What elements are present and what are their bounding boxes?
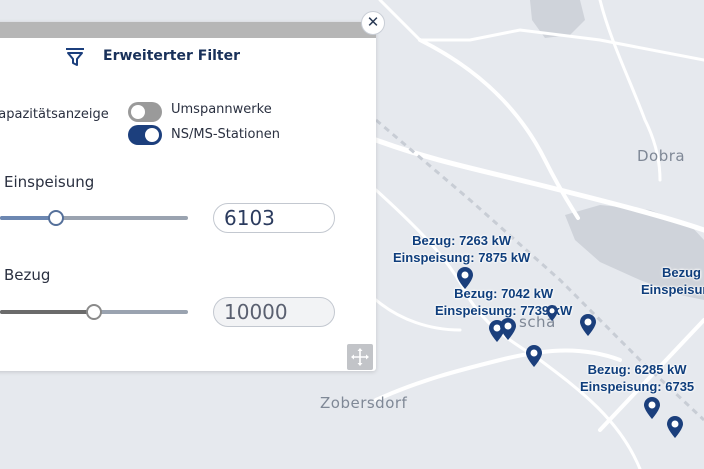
slider-thumb[interactable]: [86, 304, 102, 320]
marker-label-4: Bezug Einspeisun: [641, 264, 704, 298]
road-north-east: [418, 38, 580, 220]
marker-label-einspeisung: Einspeisung: 7875 kW: [393, 250, 531, 265]
map-pin-icon[interactable]: [457, 267, 473, 289]
slider-thumb[interactable]: [48, 210, 65, 226]
bezug-input[interactable]: [213, 297, 335, 327]
einspeisung-slider[interactable]: [0, 210, 188, 226]
ns-ms-stationen-label: NS/MS-Stationen: [171, 127, 280, 142]
toggle-knob: [145, 128, 159, 142]
einspeisung-label: Einspeisung: [4, 173, 95, 191]
ns-ms-stationen-toggle[interactable]: [128, 125, 162, 145]
advanced-filter-panel: Erweiterter Filter Kapazitätsanzeige Ums…: [0, 22, 376, 371]
marker-label-bezug: Bezug: 6285 kW: [587, 362, 687, 377]
capacity-label: Kapazitätsanzeige: [0, 107, 109, 122]
move-handle[interactable]: [347, 344, 373, 370]
marker-label-einspeisung: Einspeisun: [641, 282, 704, 297]
einspeisung-input[interactable]: [213, 203, 335, 233]
map-pin-icon[interactable]: [580, 314, 596, 336]
place-label-dobra: Dobra: [637, 147, 686, 165]
move-icon: [351, 348, 369, 366]
map-pin-icon[interactable]: [644, 397, 660, 419]
umspannwerke-toggle[interactable]: [128, 102, 162, 122]
map-pin-icon[interactable]: [546, 305, 558, 321]
panel-title: Erweiterter Filter: [103, 48, 241, 64]
bezug-label: Bezug: [4, 266, 51, 284]
filter-icon: [66, 48, 84, 66]
marker-label-einspeisung: Einspeisung: 6735: [580, 379, 695, 394]
toggle-knob: [131, 105, 145, 119]
marker-label-bezug: Bezug: [662, 265, 701, 280]
map-pin-icon[interactable]: [667, 416, 683, 438]
panel-header-bar[interactable]: [0, 22, 376, 38]
marker-label-1: Bezug: 7263 kW Einspeisung: 7875 kW: [393, 232, 530, 266]
marker-label-3: Bezug: 6285 kW Einspeisung: 6735: [580, 361, 694, 395]
close-button[interactable]: ✕: [361, 11, 385, 35]
marker-label-bezug: Bezug: 7263 kW: [412, 233, 512, 248]
map-pin-icon[interactable]: [526, 345, 542, 367]
map-pin-icon[interactable]: [500, 318, 516, 340]
place-label-zobersdorf: Zobersdorf: [320, 394, 408, 412]
slider-fill: [0, 310, 94, 314]
marker-label-bezug: Bezug: 7042 kW: [454, 286, 554, 301]
bezug-slider[interactable]: [0, 304, 188, 320]
umspannwerke-label: Umspannwerke: [171, 102, 272, 117]
